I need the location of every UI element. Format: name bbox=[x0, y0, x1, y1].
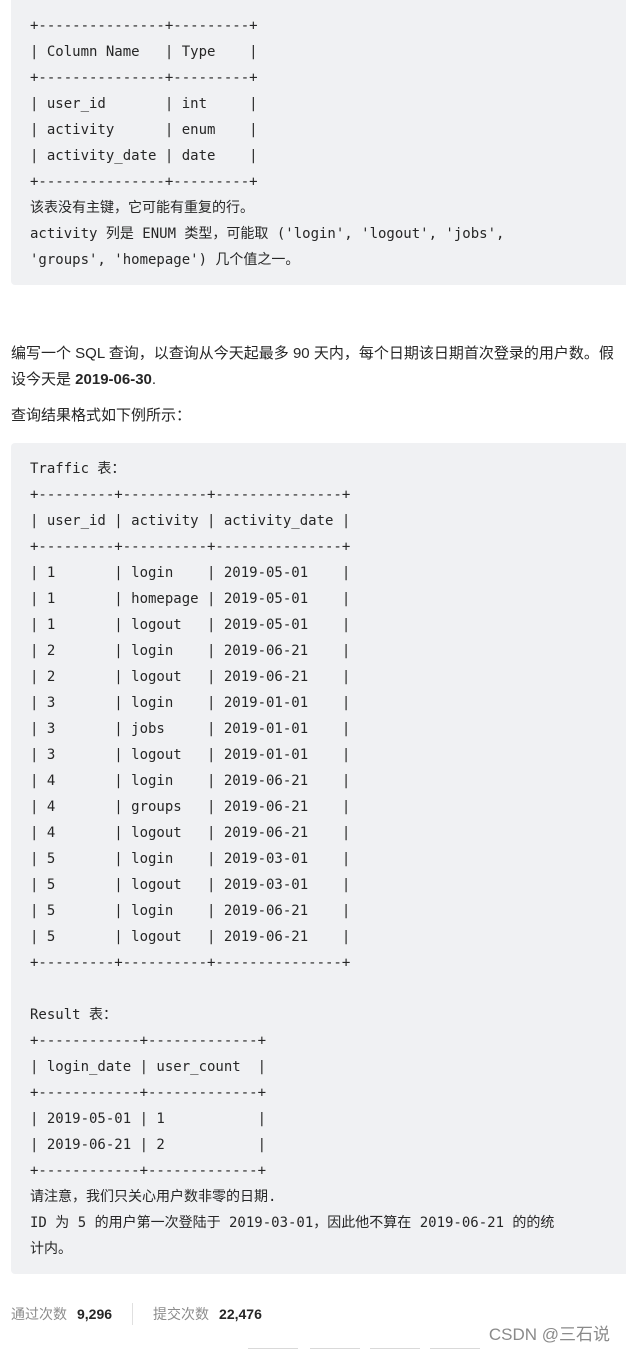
schema-line: | activity_date | date | bbox=[30, 148, 258, 164]
submission-stats: 通过次数 9,296 提交次数 22,476 bbox=[11, 1303, 262, 1325]
stats-divider bbox=[132, 1303, 134, 1325]
example-code-block: Traffic 表： +---------+----------+-------… bbox=[11, 443, 626, 1274]
traffic-table-line: | 5 | login | 2019-03-01 | bbox=[30, 851, 351, 867]
schema-note: 'groups', 'homepage') 几个值之一。 bbox=[30, 252, 300, 268]
csdn-watermark: CSDN @三石说 bbox=[488, 1325, 610, 1344]
schema-note: 该表没有主键，它可能有重复的行。 bbox=[30, 200, 254, 216]
traffic-table-line: | 3 | login | 2019-01-01 | bbox=[30, 695, 351, 711]
today-date: 2019-06-30 bbox=[75, 371, 152, 388]
schema-line: | activity | enum | bbox=[30, 122, 258, 138]
traffic-title: Traffic 表： bbox=[30, 461, 126, 477]
schema-line: +---------------+---------+ bbox=[30, 18, 258, 34]
traffic-table-line: | 1 | logout | 2019-05-01 | bbox=[30, 617, 351, 633]
traffic-table-line: | 4 | logout | 2019-06-21 | bbox=[30, 825, 351, 841]
result-table-line: | 2019-05-01 | 1 | bbox=[30, 1111, 267, 1127]
traffic-table-line: +---------+----------+---------------+ bbox=[30, 955, 351, 971]
accepted-label: 通过次数 bbox=[11, 1306, 67, 1322]
traffic-table-line: +---------+----------+---------------+ bbox=[30, 539, 351, 555]
result-table-line: +------------+-------------+ bbox=[30, 1033, 267, 1049]
traffic-table-line: | 1 | login | 2019-05-01 | bbox=[30, 565, 351, 581]
schema-line: +---------------+---------+ bbox=[30, 70, 258, 86]
traffic-table-line: | 3 | logout | 2019-01-01 | bbox=[30, 747, 351, 763]
schema-line: +---------------+---------+ bbox=[30, 174, 258, 190]
example-note: 请注意，我们只关心用户数非零的日期. bbox=[30, 1189, 277, 1205]
traffic-table-line: | 4 | login | 2019-06-21 | bbox=[30, 773, 351, 789]
result-title: Result 表： bbox=[30, 1007, 118, 1023]
description-end: . bbox=[151, 371, 157, 388]
submissions-label: 提交次数 bbox=[153, 1306, 210, 1322]
schema-note: activity 列是 ENUM 类型，可能取 ('login', 'logou… bbox=[30, 226, 505, 242]
example-note: 计内。 bbox=[30, 1241, 72, 1257]
accepted-value: 9,296 bbox=[77, 1306, 113, 1322]
result-table-line: | 2019-06-21 | 2 | bbox=[30, 1137, 267, 1153]
schema-line: | Column Name | Type | bbox=[30, 44, 258, 60]
format-intro: 查询结果格式如下例所示： bbox=[11, 407, 192, 424]
bottom-tab-fragment[interactable] bbox=[248, 1348, 298, 1352]
result-table-line: +------------+-------------+ bbox=[30, 1163, 267, 1179]
submissions-value: 22,476 bbox=[219, 1306, 262, 1322]
traffic-table-line: | 1 | homepage | 2019-05-01 | bbox=[30, 591, 351, 607]
traffic-table-line: | 2 | logout | 2019-06-21 | bbox=[30, 669, 351, 685]
result-table-line: | login_date | user_count | bbox=[30, 1059, 267, 1075]
traffic-table-line: | 2 | login | 2019-06-21 | bbox=[30, 643, 351, 659]
traffic-table-line: | user_id | activity | activity_date | bbox=[30, 513, 351, 529]
bottom-tab-fragment[interactable] bbox=[370, 1348, 420, 1352]
result-table-line: +------------+-------------+ bbox=[30, 1085, 267, 1101]
schema-code-block: +---------------+---------+ | Column Nam… bbox=[11, 0, 626, 285]
traffic-table-line: | 5 | logout | 2019-06-21 | bbox=[30, 929, 351, 945]
traffic-table-line: +---------+----------+---------------+ bbox=[30, 487, 351, 503]
traffic-table-line: | 4 | groups | 2019-06-21 | bbox=[30, 799, 351, 815]
problem-description: 编写一个 SQL 查询，以查询从今天起最多 90 天内，每个日期该日期首次登录的… bbox=[11, 341, 617, 393]
example-note: ID 为 5 的用户第一次登陆于 2019-03-01，因此他不算在 2019-… bbox=[30, 1215, 555, 1231]
bottom-tab-fragment[interactable] bbox=[430, 1348, 480, 1352]
bottom-tab-fragment[interactable] bbox=[310, 1348, 360, 1352]
traffic-table-line: | 5 | logout | 2019-03-01 | bbox=[30, 877, 351, 893]
schema-line: | user_id | int | bbox=[30, 96, 258, 112]
traffic-table-line: | 3 | jobs | 2019-01-01 | bbox=[30, 721, 351, 737]
traffic-table-line: | 5 | login | 2019-06-21 | bbox=[30, 903, 351, 919]
